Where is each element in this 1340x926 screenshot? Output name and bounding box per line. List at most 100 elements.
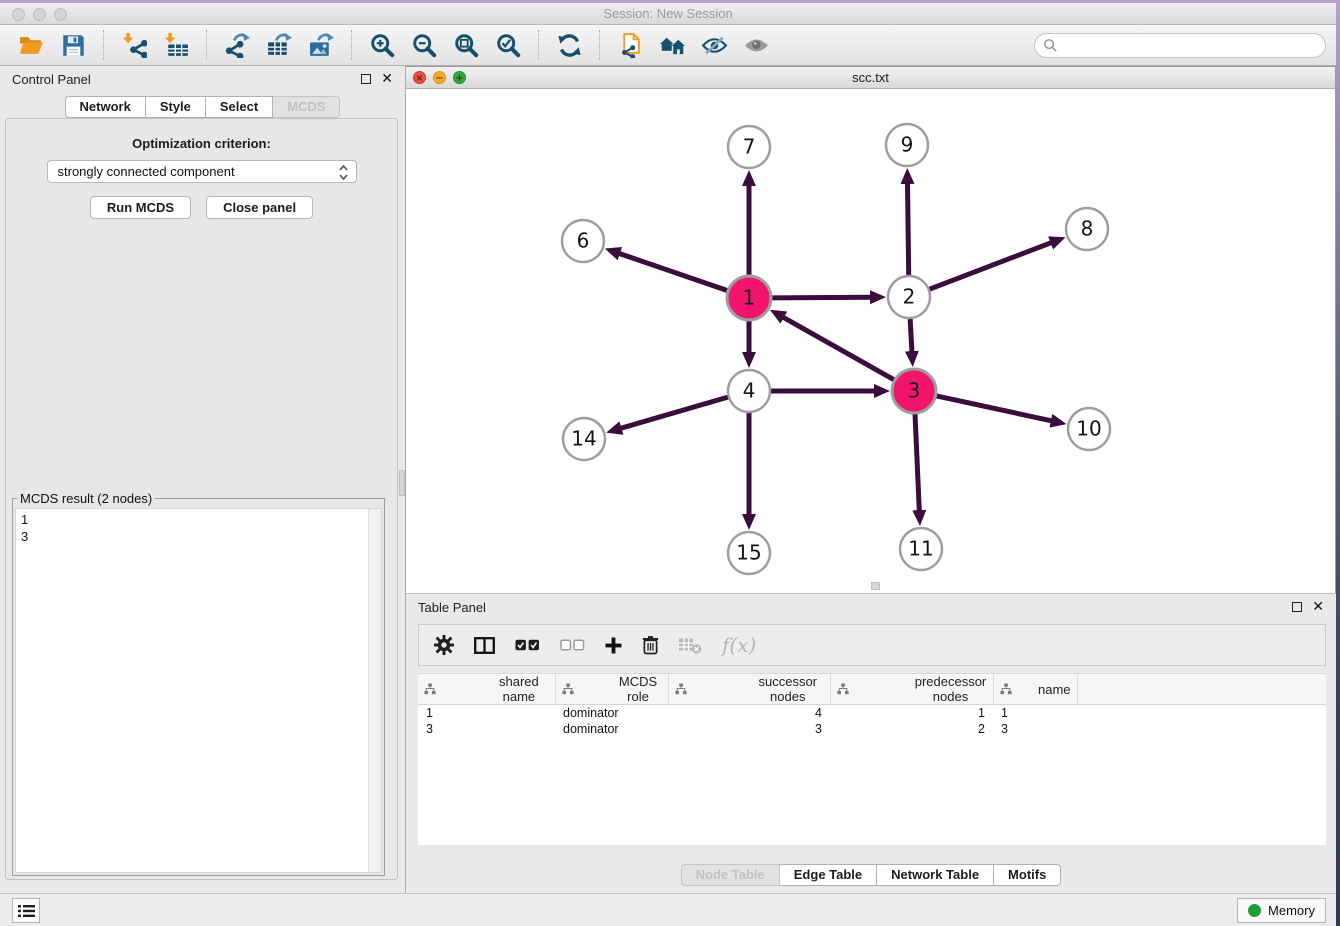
unselect-all-button[interactable] [560,639,585,651]
graph-edge-1-2[interactable] [772,297,871,298]
task-history-button[interactable] [12,898,40,923]
search-input[interactable] [1058,38,1325,53]
close-panel-button[interactable]: Close panel [206,196,313,219]
graph-node-label-3: 3 [908,379,921,403]
export-table-button[interactable] [258,28,300,62]
main-toolbar [0,25,1336,66]
tab-mcds[interactable]: MCDS [273,96,340,118]
mcds-result-group: MCDS result (2 nodes) 13 [12,491,385,876]
import-table-icon [164,33,189,58]
close-panel-icon[interactable]: ✕ [381,73,393,85]
hide-eye-button[interactable] [693,28,735,62]
network-document-button[interactable] [609,28,651,62]
table-cell: 1 [830,705,993,721]
network-view-window: × − + scc.txt 7968124314101511 [406,66,1336,593]
column-header-name[interactable]: name [993,674,1077,705]
tab-network[interactable]: Network [65,96,146,118]
settings-gear-icon [434,635,454,655]
import-network-button[interactable] [113,28,155,62]
close-table-panel-icon[interactable]: ✕ [1312,601,1324,613]
split-panel-button[interactable] [474,637,495,654]
table-row[interactable]: 1dominator411 [418,705,1326,721]
settings-gear-button[interactable] [434,635,454,655]
float-panel-icon[interactable] [361,74,371,84]
column-header-successor-nodes[interactable]: successor nodes [668,674,830,705]
select-all-button[interactable] [515,639,540,651]
graph-edge-4-14[interactable] [620,397,727,428]
memory-status-icon [1248,904,1261,917]
panel-splitter-handle[interactable] [399,470,405,496]
table-cell: 3 [993,721,1077,737]
delete-table-icon [679,637,702,654]
column-header-predecessor-nodes[interactable]: predecessor nodes [830,674,993,705]
table-cell-filler [1077,705,1326,721]
toolbar-separator [103,30,104,60]
delete-column-button[interactable] [642,635,659,655]
home-networks-icon [660,33,685,58]
window-title: Session: New Session [0,3,1336,25]
tab-network-table[interactable]: Network Table [877,864,994,886]
table-body: 1dominator4113dominator323 [418,705,1326,737]
minimize-window-icon[interactable] [33,8,46,21]
refresh-icon [557,33,582,58]
export-image-button[interactable] [300,28,342,62]
show-eye-button[interactable] [735,28,777,62]
network-zoom-icon[interactable]: + [453,71,466,84]
network-graph: 7968124314101511 [406,89,1334,593]
control-panel-title: Control Panel [12,72,91,87]
close-window-icon[interactable] [12,8,25,21]
column-label: successor nodes [750,674,826,704]
run-mcds-button[interactable]: Run MCDS [90,196,191,219]
zoom-selected-button[interactable] [487,28,529,62]
tab-motifs[interactable]: Motifs [994,864,1061,886]
graph-edge-2-9[interactable] [908,183,909,275]
graph-edge-3-11[interactable] [915,414,919,511]
mcds-result-box[interactable]: 13 [15,508,382,873]
tab-select[interactable]: Select [206,96,273,118]
zoom-in-button[interactable] [361,28,403,62]
application-window: Session: New Session Control Panel ✕ Net… [0,0,1340,926]
function-builder-button: f(x) [722,633,756,657]
save-session-button[interactable] [52,28,94,62]
column-header-shared-name[interactable]: shared name [418,674,555,705]
graph-edge-3-1[interactable] [783,317,894,380]
float-table-panel-icon[interactable] [1292,602,1302,612]
column-header-MCDS-role[interactable]: MCDS role [555,674,668,705]
result-scrollbar[interactable] [368,509,381,872]
home-networks-button[interactable] [651,28,693,62]
status-bar: Memory [0,893,1336,926]
table-row[interactable]: 3dominator323 [418,721,1326,737]
zoom-fit-button[interactable] [445,28,487,62]
memory-button[interactable]: Memory [1237,898,1326,923]
search-box [1034,33,1326,58]
tab-node-table[interactable]: Node Table [681,864,780,886]
tab-edge-table[interactable]: Edge Table [780,864,877,886]
graph-edge-2-8[interactable] [930,243,1052,290]
network-minimize-icon[interactable]: − [433,71,446,84]
network-canvas[interactable]: 7968124314101511 [406,89,1335,593]
zoom-out-button[interactable] [403,28,445,62]
import-network-icon [122,33,147,58]
graph-edge-3-10[interactable] [936,396,1051,421]
graph-edge-2-3[interactable] [910,319,912,352]
table-cell: 1 [418,705,555,721]
split-panel-icon [474,637,495,654]
graph-node-label-9: 9 [901,133,914,157]
tab-style[interactable]: Style [146,96,206,118]
titlebar: Session: New Session [0,3,1336,25]
graph-edge-1-6[interactable] [619,253,727,290]
add-column-button[interactable] [605,637,622,654]
table-cell: 2 [830,721,993,737]
zoom-window-icon[interactable] [54,8,67,21]
network-window-titlebar: × − + scc.txt [406,67,1335,89]
mcds-tab-content: Optimization criterion: strongly connect… [5,118,398,880]
refresh-button[interactable] [548,28,590,62]
export-network-button[interactable] [216,28,258,62]
open-session-button[interactable] [10,28,52,62]
zoom-fit-icon [454,33,479,58]
network-close-icon[interactable]: × [413,71,426,84]
canvas-hscroll-thumb[interactable] [871,582,880,590]
import-table-button[interactable] [155,28,197,62]
table-panel: Table Panel ✕ f(x) shared nameMCDS roles… [406,593,1336,893]
optimization-criterion-select[interactable]: strongly connected component [47,160,357,183]
